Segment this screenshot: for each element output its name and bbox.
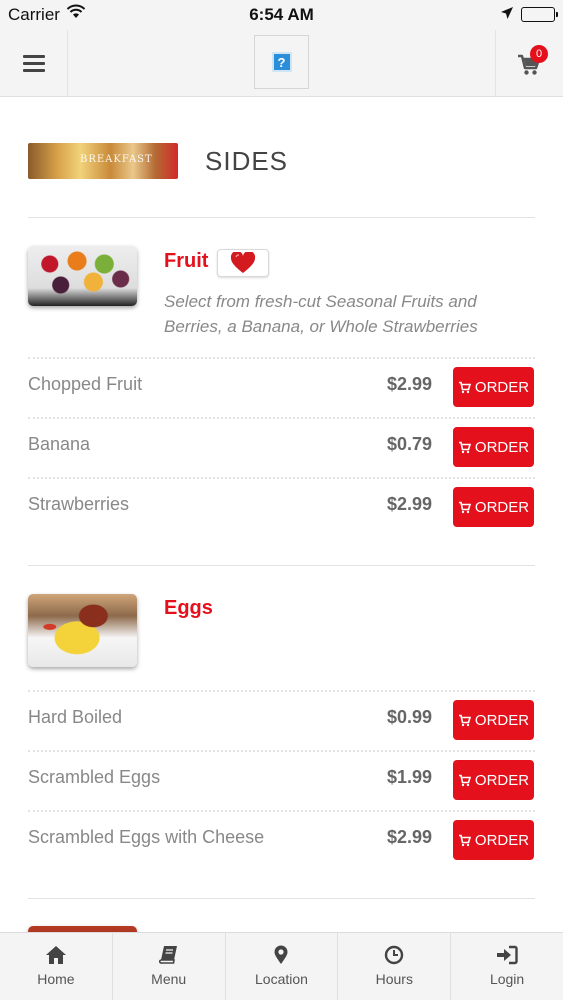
location-arrow-icon [500, 6, 514, 25]
order-button[interactable]: ORDER [453, 427, 534, 467]
item-price: $0.99 [386, 707, 432, 727]
order-label: ORDER [474, 498, 530, 516]
cart-icon [458, 774, 471, 786]
nav-location[interactable]: Location [226, 933, 339, 1000]
order-label: ORDER [474, 831, 530, 849]
book-icon [113, 945, 225, 965]
cart-icon [458, 834, 471, 846]
order-label: ORDER [474, 378, 530, 396]
home-icon [0, 945, 112, 965]
order-label: ORDER [474, 711, 530, 729]
item-name: Scrambled Eggs [28, 767, 161, 787]
order-button[interactable]: ORDER [453, 760, 534, 800]
heart-icon [230, 252, 256, 273]
map-pin-icon [226, 945, 338, 965]
status-bar: Carrier 6:54 AM [0, 0, 563, 30]
order-label: ORDER [474, 438, 530, 456]
cart-icon [458, 501, 471, 513]
order-button[interactable]: ORDER [453, 820, 534, 860]
section-header: BREAKFAST SIDES [28, 143, 528, 181]
order-label: ORDER [474, 771, 530, 789]
cart-icon [458, 714, 471, 726]
clock-icon [338, 945, 450, 965]
menu-item-row: Strawberries $2.99 ORDER [28, 477, 535, 537]
menu-item-row: Scrambled Eggs with Cheese $2.99 ORDER [28, 810, 535, 870]
menu-item-row: Scrambled Eggs $1.99 ORDER [28, 750, 535, 810]
nav-label: Hours [375, 971, 413, 987]
status-time: 6:54 AM [249, 5, 314, 24]
section-banner-caption: BREAKFAST [80, 154, 153, 165]
nav-label: Location [255, 971, 308, 987]
sign-in-icon [451, 945, 563, 965]
nav-hours[interactable]: Hours [338, 933, 452, 1000]
item-name: Hard Boiled [28, 707, 123, 727]
bottom-nav: Home Menu Location Hours Login [0, 932, 563, 1000]
order-button[interactable]: ORDER [453, 700, 534, 740]
menu-item-row: Banana $0.79 ORDER [28, 417, 535, 477]
section-banner-image: BREAKFAST [28, 143, 178, 179]
item-name: Chopped Fruit [28, 374, 143, 394]
eggs-thumbnail[interactable] [28, 594, 137, 667]
group-name: Fruit [164, 250, 209, 272]
item-name: Banana [28, 434, 91, 454]
restaurant-logo[interactable]: ? [254, 35, 309, 89]
item-name: Scrambled Eggs with Cheese [28, 827, 265, 847]
nav-login[interactable]: Login [451, 933, 563, 1000]
group-name: Eggs [164, 597, 213, 619]
cart-icon [458, 441, 471, 453]
fruit-thumbnail[interactable] [28, 246, 137, 306]
cart-count-badge: 0 [530, 45, 548, 63]
favorite-button[interactable] [217, 249, 269, 277]
cart-icon [458, 381, 471, 393]
group-divider [28, 898, 535, 899]
order-button[interactable]: ORDER [453, 487, 534, 527]
item-price: $1.99 [386, 767, 432, 787]
nav-home[interactable]: Home [0, 933, 113, 1000]
group-description: Select from fresh-cut Seasonal Fruits an… [164, 292, 478, 336]
section-divider [28, 217, 535, 218]
item-name: Strawberries [28, 494, 130, 514]
nav-menu[interactable]: Menu [113, 933, 226, 1000]
menu-item-row: Chopped Fruit $2.99 ORDER [28, 357, 535, 417]
nav-label: Login [489, 971, 525, 987]
menu-item-row: Hard Boiled $0.99 ORDER [28, 690, 535, 750]
item-price: $2.99 [386, 827, 432, 847]
item-price: $2.99 [386, 494, 432, 514]
logo-placeholder-icon: ? [271, 52, 292, 72]
item-price: $0.79 [386, 434, 432, 454]
item-price: $2.99 [386, 374, 432, 394]
section-title: SIDES [205, 146, 289, 176]
menu-content: BREAKFAST SIDES Fruit Select from fresh-… [0, 97, 563, 932]
battery-icon [521, 7, 558, 22]
hamburger-icon [22, 51, 45, 76]
nav-label: Home [37, 971, 75, 987]
app-header: ? 0 [0, 30, 563, 97]
nav-label: Menu [151, 971, 187, 987]
group-divider [28, 565, 535, 566]
cart-button[interactable]: 0 [495, 30, 563, 96]
order-button[interactable]: ORDER [453, 367, 534, 407]
menu-button[interactable] [0, 30, 68, 96]
